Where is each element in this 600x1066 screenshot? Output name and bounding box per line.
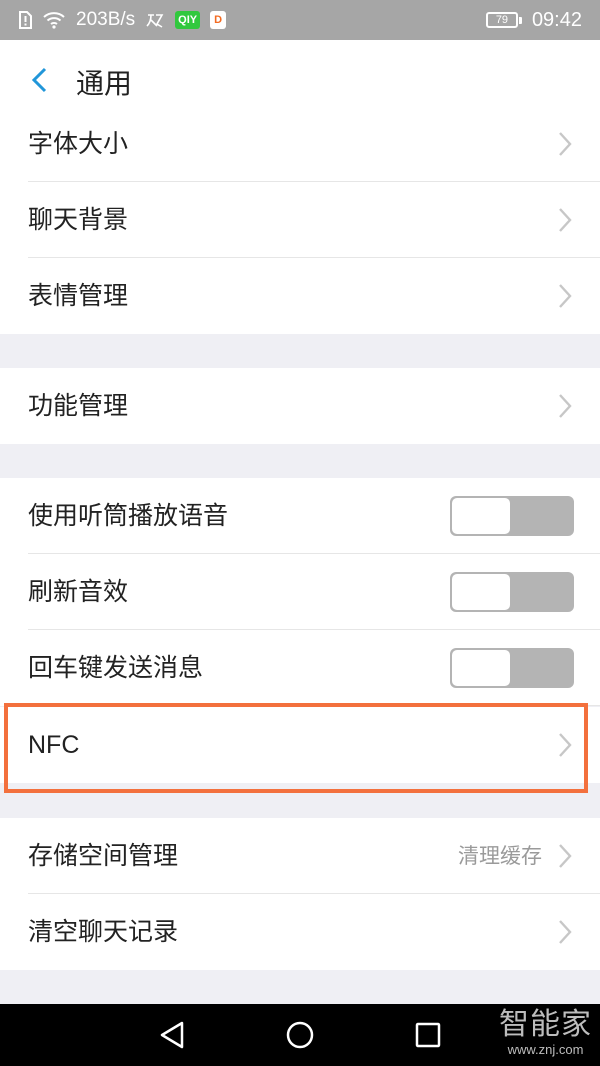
settings-row-clear-chat-history[interactable]: 清空聊天记录 [0,894,600,970]
row-label-chat-background: 聊天背景 [28,205,129,234]
row-label-storage-management: 存储空间管理 [28,841,179,870]
row-label-clear-chat-history: 清空聊天记录 [28,917,179,946]
iqiyi-icon: QIY [175,11,201,29]
row-label-enter-to-send: 回车键发送消息 [28,653,204,682]
battery-icon: 79 [485,12,522,28]
chevron-right-icon [559,208,572,232]
row-label-earpiece-voice: 使用听筒播放语音 [28,501,229,530]
chevron-right-icon [559,920,572,944]
system-navigation-bar: 智能家 www.znj.com [0,1004,600,1066]
refresh-sound-toggle[interactable] [450,572,574,612]
settings-row-font-size[interactable]: 字体大小 [0,106,600,182]
watermark-main: 智能家 [499,1008,592,1041]
app-notification-icon [146,14,164,28]
status-bar: 203B/s QIY D 79 09:42 [0,0,600,40]
chevron-right-icon [559,284,572,308]
didi-icon: D [210,11,227,29]
settings-row-enter-to-send: 回车键发送消息 [0,630,600,706]
settings-row-earpiece-voice: 使用听筒播放语音 [0,478,600,554]
toggle-knob [452,498,510,534]
settings-row-refresh-sound: 刷新音效 [0,554,600,630]
earpiece-voice-toggle[interactable] [450,496,574,536]
row-label-font-size: 字体大小 [28,129,129,158]
toggle-knob [452,574,510,610]
row-label-refresh-sound: 刷新音效 [28,577,129,606]
page-title: 通用 [76,67,133,100]
back-triangle-icon[interactable] [158,1020,186,1050]
home-circle-icon[interactable] [285,1020,315,1050]
watermark: 智能家 www.znj.com [499,1008,592,1058]
enter-to-send-toggle[interactable] [450,648,574,688]
status-bar-left: 203B/s QIY D [18,0,227,40]
chevron-right-icon [559,132,572,156]
toggle-knob [452,650,510,686]
clear-cache-hint: 清理缓存 [458,844,542,868]
back-arrow-icon[interactable] [28,66,50,94]
settings-row-chat-background[interactable]: 聊天背景 [0,182,600,258]
net-speed: 203B/s [76,9,136,30]
clock: 09:42 [531,8,582,31]
chevron-right-icon [559,394,572,418]
battery-level: 79 [485,12,518,28]
settings-row-emoji-management[interactable]: 表情管理 [0,258,600,334]
status-bar-right: 79 09:42 [485,0,582,40]
watermark-sub: www.znj.com [507,1042,584,1057]
recents-square-icon[interactable] [414,1020,442,1050]
settings-row-feature-management[interactable]: 功能管理 [0,368,600,444]
row-label-emoji-management: 表情管理 [28,281,129,310]
chevron-right-icon [559,844,572,868]
nfc-highlight-box [4,703,588,793]
row-label-feature-management: 功能管理 [28,391,129,420]
sim-alert-icon [19,11,32,29]
settings-row-storage-management[interactable]: 存储空间管理 清理缓存 [0,818,600,894]
wifi-icon [43,12,65,29]
